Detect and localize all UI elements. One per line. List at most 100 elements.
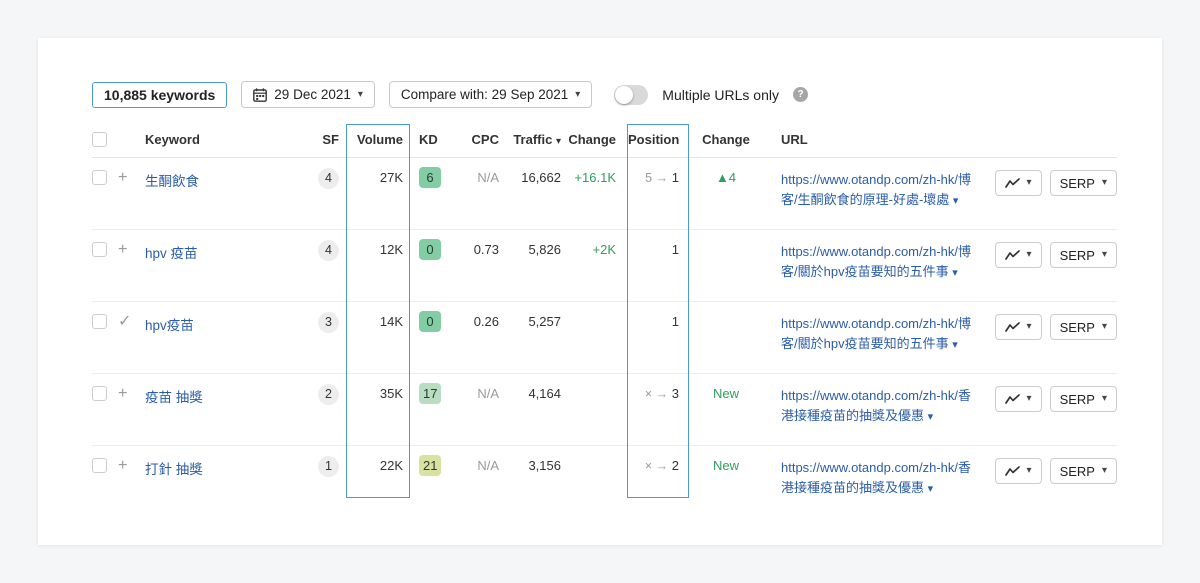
serp-button[interactable]: SERP▾ (1050, 386, 1117, 412)
add-keyword-icon[interactable]: + (118, 457, 127, 474)
keyword-link[interactable]: 打針 抽獎 (145, 462, 203, 477)
traffic-value: 4,164 (499, 374, 561, 401)
chevron-down-icon: ▾ (1102, 322, 1107, 332)
toolbar: 10,885 keywords 29 Dec 2021 ▾ Compare wi… (92, 81, 1117, 108)
position-value: 1 (616, 230, 689, 257)
table-header-row: Keyword SF Volume KD CPC Traffic ▾ Chang… (92, 126, 1117, 158)
position-history-chart-button[interactable]: ▾ (995, 170, 1042, 196)
kd-badge: 0 (419, 239, 441, 260)
url-expand-caret-icon[interactable]: ▾ (953, 195, 959, 207)
serp-button[interactable]: SERP▾ (1050, 314, 1117, 340)
serp-features-badge: 4 (318, 240, 339, 261)
keyword-link[interactable]: hpv 疫苗 (145, 246, 198, 261)
column-header-url[interactable]: URL (751, 126, 971, 147)
kd-badge: 21 (419, 455, 441, 476)
keyword-link[interactable]: 生酮飲食 (145, 174, 199, 189)
serp-button[interactable]: SERP▾ (1050, 170, 1117, 196)
help-icon[interactable]: ? (793, 87, 808, 102)
add-keyword-icon[interactable]: + (118, 385, 127, 402)
volume-value: 27K (339, 158, 411, 185)
chevron-down-icon: ▾ (1027, 250, 1032, 260)
multiple-urls-label: Multiple URLs only (662, 87, 779, 103)
cpc-value: N/A (449, 158, 499, 185)
position-history-chart-button[interactable]: ▾ (995, 314, 1042, 340)
cpc-value: N/A (449, 446, 499, 473)
calendar-icon (253, 88, 267, 102)
arrow-right-icon: → (656, 459, 669, 473)
position-value: 1 (616, 302, 689, 329)
url-expand-caret-icon[interactable]: ▾ (952, 267, 958, 279)
chevron-down-icon: ▾ (358, 90, 363, 100)
url-link[interactable]: https://www.otandp.com/zh-hk/博客/關於hpv疫苗要… (781, 314, 973, 353)
chevron-down-icon: ▾ (1102, 394, 1107, 404)
row-checkbox[interactable] (92, 386, 107, 401)
serp-button[interactable]: SERP▾ (1050, 242, 1117, 268)
row-checkbox[interactable] (92, 170, 107, 185)
column-header-kd[interactable]: KD (411, 126, 449, 147)
traffic-change-value (561, 374, 616, 386)
position-value: 5 → 1 (616, 158, 689, 185)
row-checkbox[interactable] (92, 458, 107, 473)
column-header-volume[interactable]: Volume (339, 126, 411, 147)
url-expand-caret-icon[interactable]: ▾ (952, 339, 958, 351)
position-change-value: ▲4 (689, 158, 751, 185)
column-header-keyword[interactable]: Keyword (145, 126, 305, 147)
row-checkbox[interactable] (92, 242, 107, 257)
traffic-value: 16,662 (499, 158, 561, 185)
url-expand-caret-icon[interactable]: ▾ (928, 483, 934, 495)
column-header-position-change[interactable]: Change (689, 126, 751, 147)
url-expand-caret-icon[interactable]: ▾ (928, 411, 934, 423)
serp-button[interactable]: SERP▾ (1050, 458, 1117, 484)
chevron-down-icon: ▾ (575, 90, 580, 100)
url-link[interactable]: https://www.otandp.com/zh-hk/博客/生酮飲食的原理-… (781, 170, 973, 209)
keyword-link[interactable]: hpv疫苗 (145, 318, 194, 333)
chevron-down-icon: ▾ (1102, 466, 1107, 476)
compare-selector-button[interactable]: Compare with: 29 Sep 2021 ▾ (389, 81, 592, 108)
position-history-chart-button[interactable]: ▾ (995, 458, 1042, 484)
traffic-change-value: +16.1K (561, 158, 616, 185)
multiple-urls-toggle[interactable] (614, 85, 648, 105)
table-row: + 生酮飲食 4 27K 6 N/A 16,662 +16.1K 5 → 1 ▲… (92, 158, 1117, 230)
url-link[interactable]: https://www.otandp.com/zh-hk/香港接種疫苗的抽獎及優… (781, 386, 973, 425)
table-row: + 疫苗 抽獎 2 35K 17 N/A 4,164 × → 3 New htt… (92, 374, 1117, 446)
position-change-value (689, 302, 751, 314)
keywords-report-card: 10,885 keywords 29 Dec 2021 ▾ Compare wi… (38, 38, 1162, 545)
date-selector-label: 29 Dec 2021 (274, 87, 351, 102)
add-keyword-icon[interactable]: + (118, 241, 127, 258)
added-keyword-check-icon[interactable]: ✓ (118, 313, 131, 330)
row-checkbox[interactable] (92, 314, 107, 329)
column-header-change[interactable]: Change (561, 126, 616, 147)
position-change-value: New (689, 446, 751, 473)
position-value: × → 3 (616, 374, 689, 401)
position-history-chart-button[interactable]: ▾ (995, 242, 1042, 268)
position-history-chart-button[interactable]: ▾ (995, 386, 1042, 412)
chevron-down-icon: ▾ (1027, 322, 1032, 332)
volume-value: 14K (339, 302, 411, 329)
compare-selector-label: Compare with: 29 Sep 2021 (401, 87, 568, 102)
column-header-cpc[interactable]: CPC (449, 126, 499, 147)
traffic-change-value (561, 302, 616, 314)
chevron-down-icon: ▾ (1027, 394, 1032, 404)
column-header-position[interactable]: Position (616, 126, 689, 147)
arrow-right-icon: → (656, 387, 669, 401)
table-row: + 打針 抽獎 1 22K 21 N/A 3,156 × → 2 New htt… (92, 446, 1117, 518)
traffic-value: 3,156 (499, 446, 561, 473)
url-link[interactable]: https://www.otandp.com/zh-hk/香港接種疫苗的抽獎及優… (781, 458, 973, 497)
traffic-change-value (561, 446, 616, 458)
volume-value: 22K (339, 446, 411, 473)
column-header-sf[interactable]: SF (305, 126, 339, 147)
add-keyword-icon[interactable]: + (118, 169, 127, 186)
arrow-right-icon: → (656, 171, 669, 185)
volume-value: 12K (339, 230, 411, 257)
keywords-table: Keyword SF Volume KD CPC Traffic ▾ Chang… (92, 126, 1117, 518)
line-chart-icon (1005, 322, 1020, 333)
position-change-value: New (689, 374, 751, 401)
url-link[interactable]: https://www.otandp.com/zh-hk/博客/關於hpv疫苗要… (781, 242, 973, 281)
date-selector-button[interactable]: 29 Dec 2021 ▾ (241, 81, 375, 108)
column-header-traffic[interactable]: Traffic ▾ (499, 126, 561, 147)
keyword-link[interactable]: 疫苗 抽獎 (145, 390, 203, 405)
cpc-value: 0.26 (449, 302, 499, 329)
position-value: × → 2 (616, 446, 689, 473)
select-all-checkbox[interactable] (92, 132, 107, 147)
table-row: ✓ hpv疫苗 3 14K 0 0.26 5,257 1 https://www… (92, 302, 1117, 374)
